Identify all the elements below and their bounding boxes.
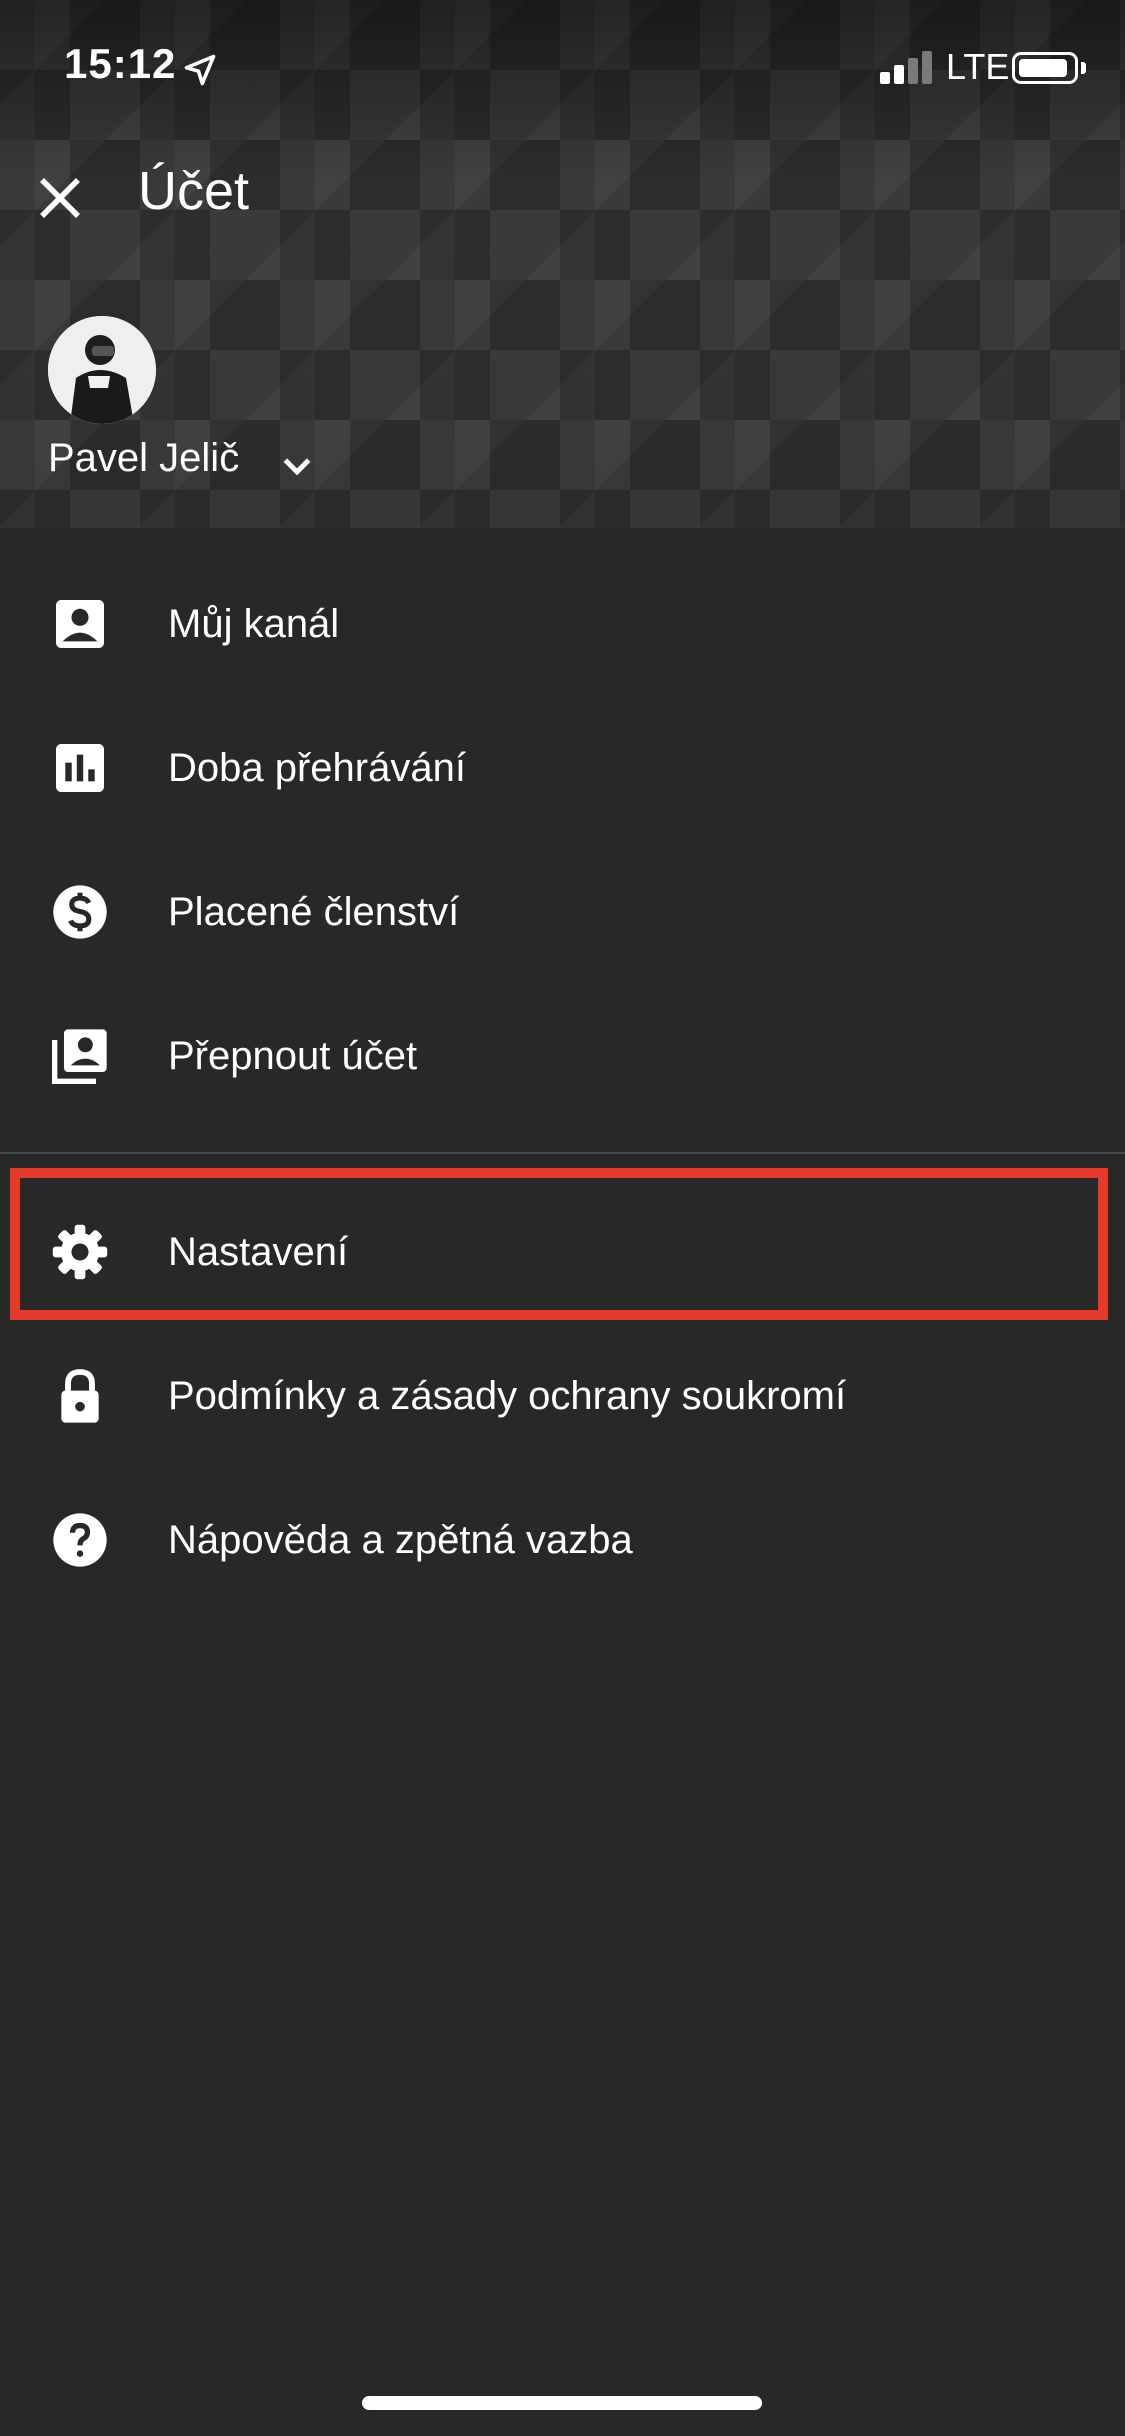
menu-divider	[0, 1152, 1125, 1154]
menu-label: Doba přehrávání	[168, 746, 466, 790]
close-icon	[40, 178, 80, 218]
menu-item-paid-memberships[interactable]: Placené členství	[0, 840, 1125, 984]
account-name[interactable]: Pavel Jelič	[48, 436, 239, 481]
menu-item-help-feedback[interactable]: Nápověda a zpětná vazba	[0, 1468, 1125, 1612]
menu-label: Nápověda a zpětná vazba	[168, 1518, 633, 1562]
help-circle-icon	[53, 1513, 107, 1567]
menu-label: Placené členství	[168, 890, 460, 934]
menu-label: Podmínky a zásady ochrany soukromí	[168, 1374, 847, 1418]
bar-chart-icon	[56, 744, 104, 792]
menu-item-my-channel[interactable]: Můj kanál	[0, 552, 1125, 696]
menu-label: Můj kanál	[168, 602, 340, 646]
avatar[interactable]	[48, 316, 156, 424]
menu-item-terms-privacy[interactable]: Podmínky a zásady ochrany soukromí	[0, 1324, 1125, 1468]
chevron-down-icon	[283, 458, 311, 476]
signal-strength-icon	[880, 50, 936, 84]
menu-item-watch-time[interactable]: Doba přehrávání	[0, 696, 1125, 840]
battery-tip	[1081, 62, 1086, 74]
menu-label: Přepnout účet	[168, 1034, 418, 1078]
page-title: Účet	[138, 161, 250, 221]
network-type: LTE	[946, 46, 1010, 87]
switch-account-icon	[52, 1029, 107, 1084]
close-button[interactable]	[28, 162, 92, 234]
lock-icon	[61, 1369, 99, 1423]
dollar-circle-icon	[53, 885, 107, 939]
settings-highlight-frame	[10, 1168, 1108, 1320]
battery-icon	[1012, 52, 1078, 84]
status-time: 15:12	[64, 40, 177, 87]
battery-fill	[1019, 59, 1067, 77]
avatar-photo	[48, 316, 156, 424]
location-arrow-icon	[184, 54, 216, 86]
account-dropdown-button[interactable]	[272, 442, 322, 490]
home-indicator[interactable]	[362, 2396, 762, 2410]
person-box-icon	[56, 600, 104, 648]
menu-item-switch-account[interactable]: Přepnout účet	[0, 984, 1125, 1128]
